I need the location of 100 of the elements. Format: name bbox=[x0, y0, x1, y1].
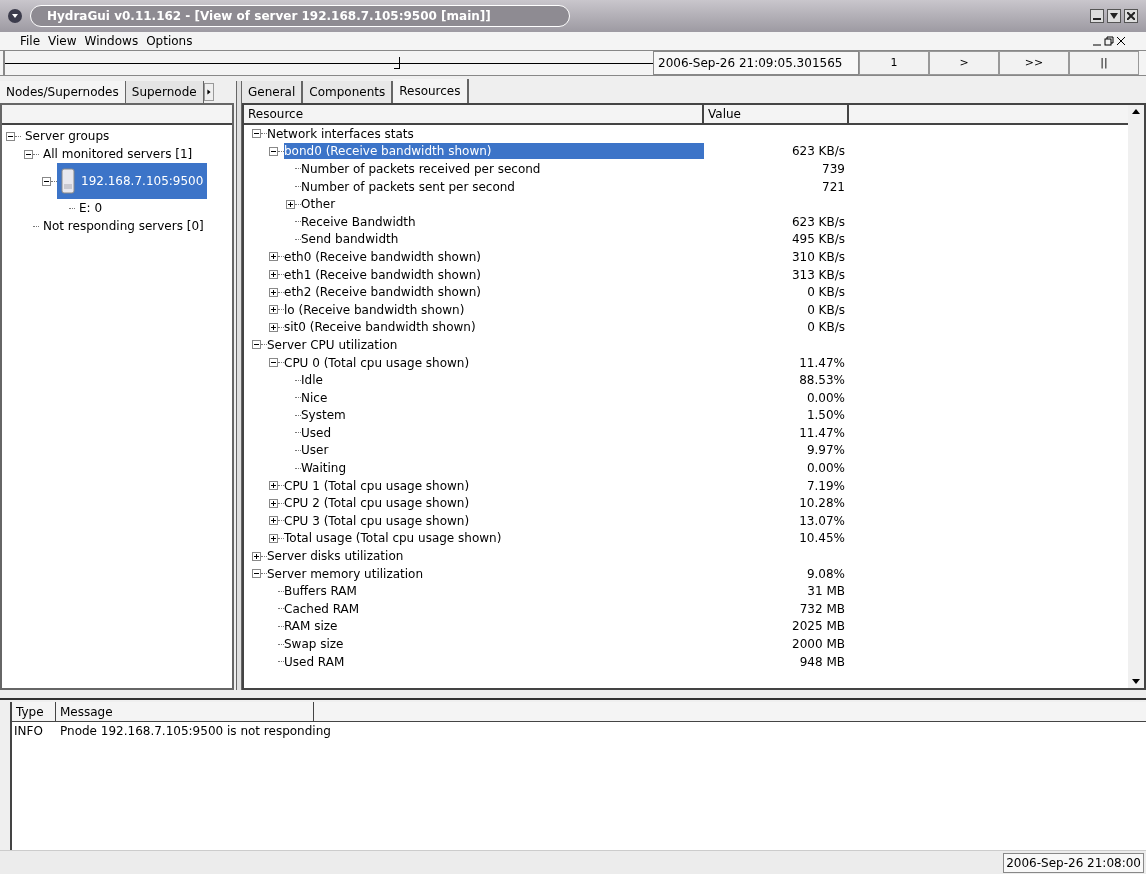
collapse-toggle[interactable] bbox=[252, 129, 261, 139]
resource-value: 495 KB/s bbox=[791, 232, 845, 247]
collapse-toggle[interactable] bbox=[42, 176, 51, 186]
tab[interactable]: Components bbox=[303, 81, 394, 103]
expand-toggle[interactable] bbox=[269, 533, 278, 543]
tree-item[interactable]: Server groups bbox=[21, 127, 114, 145]
collapse-toggle[interactable] bbox=[252, 569, 261, 579]
log-message: Pnode 192.168.7.105:9500 is not responding bbox=[59, 723, 332, 740]
slider-thumb[interactable] bbox=[393, 57, 400, 69]
tab[interactable]: Nodes/Supernodes bbox=[0, 81, 126, 103]
resource-value: 10.45% bbox=[799, 531, 845, 546]
playback-button[interactable]: > bbox=[929, 51, 999, 75]
menu-item[interactable]: Options bbox=[146, 32, 193, 50]
resource-name[interactable]: Buffers RAM bbox=[284, 583, 357, 600]
expand-toggle[interactable] bbox=[269, 481, 278, 491]
tab[interactable]: Resources bbox=[393, 79, 469, 103]
resource-name[interactable]: Idle bbox=[301, 372, 323, 389]
log-type: INFO bbox=[13, 723, 44, 740]
resource-name[interactable]: System bbox=[301, 407, 346, 424]
minimize-icon[interactable] bbox=[1090, 9, 1104, 23]
expand-toggle[interactable] bbox=[269, 305, 278, 315]
resource-name[interactable]: Server CPU utilization bbox=[267, 336, 398, 353]
column-header[interactable]: Type bbox=[12, 702, 56, 721]
resource-name[interactable]: sit0 (Receive bandwidth shown) bbox=[284, 319, 476, 336]
scrollbar[interactable] bbox=[1128, 105, 1144, 688]
resource-name[interactable]: Number of packets sent per second bbox=[301, 178, 515, 195]
collapse-toggle[interactable] bbox=[6, 131, 15, 141]
expand-toggle[interactable] bbox=[269, 322, 278, 332]
shade-icon[interactable] bbox=[1107, 9, 1121, 23]
resource-name[interactable]: Nice bbox=[301, 389, 328, 406]
resource-value: 7.19% bbox=[806, 478, 845, 493]
resource-value: 11.47% bbox=[799, 425, 845, 440]
playback-button[interactable]: 1 bbox=[859, 51, 929, 75]
resource-value: 0 KB/s bbox=[807, 302, 845, 317]
tree-item[interactable]: 192.168.7.105:9500 bbox=[57, 163, 207, 199]
resource-value: 313 KB/s bbox=[791, 267, 845, 282]
resource-name[interactable]: eth2 (Receive bandwidth shown) bbox=[284, 284, 481, 301]
tab[interactable]: General bbox=[242, 81, 304, 103]
resource-name[interactable]: bond0 (Receive bandwidth shown) bbox=[284, 143, 704, 160]
status-time: 2006-Sep-26 21:08:00 bbox=[1003, 852, 1144, 873]
collapse-toggle[interactable] bbox=[269, 146, 278, 156]
resource-name[interactable]: CPU 2 (Total cpu usage shown) bbox=[284, 495, 470, 512]
tree-item[interactable]: E: 0 bbox=[75, 199, 107, 217]
resource-name[interactable]: CPU 1 (Total cpu usage shown) bbox=[284, 477, 470, 494]
resource-name[interactable]: Total usage (Total cpu usage shown) bbox=[284, 530, 502, 547]
resource-value: 739 bbox=[822, 162, 845, 176]
column-header[interactable]: Resource bbox=[244, 105, 704, 123]
resource-name[interactable]: eth0 (Receive bandwidth shown) bbox=[284, 248, 481, 265]
resource-value: 623 KB/s bbox=[791, 214, 845, 229]
resource-value: 88.53% bbox=[799, 373, 845, 388]
resource-name[interactable]: CPU 0 (Total cpu usage shown) bbox=[284, 354, 470, 371]
expand-toggle[interactable] bbox=[269, 498, 278, 508]
expand-toggle[interactable] bbox=[269, 252, 278, 262]
close-icon[interactable] bbox=[1116, 36, 1126, 46]
resource-name[interactable]: CPU 3 (Total cpu usage shown) bbox=[284, 512, 470, 529]
menu-item[interactable]: View bbox=[48, 32, 77, 50]
resource-name[interactable]: User bbox=[301, 442, 329, 459]
resource-name[interactable]: RAM size bbox=[284, 618, 338, 635]
resource-value: 732 MB bbox=[799, 601, 845, 616]
resource-name[interactable]: eth1 (Receive bandwidth shown) bbox=[284, 266, 481, 283]
time-slider[interactable] bbox=[3, 51, 653, 75]
expand-toggle[interactable] bbox=[269, 270, 278, 280]
expand-toggle[interactable] bbox=[286, 199, 295, 209]
resource-value: 1.50% bbox=[806, 408, 845, 423]
tree-item[interactable]: All monitored servers [1] bbox=[39, 145, 197, 163]
resource-name[interactable]: Swap size bbox=[284, 636, 344, 652]
window-menu-button[interactable] bbox=[8, 9, 22, 23]
resource-name[interactable]: Used bbox=[301, 424, 332, 441]
column-header[interactable]: Message bbox=[56, 702, 314, 721]
collapse-toggle[interactable] bbox=[252, 340, 261, 350]
resource-name[interactable]: Receive Bandwidth bbox=[301, 213, 416, 230]
menu-item[interactable]: File bbox=[20, 32, 41, 50]
resource-value: 13.07% bbox=[799, 513, 845, 528]
expand-toggle[interactable] bbox=[252, 551, 261, 561]
expand-toggle[interactable] bbox=[269, 287, 278, 297]
tree-item[interactable]: Not responding servers [0] bbox=[39, 217, 208, 235]
resource-name[interactable]: Send bandwidth bbox=[301, 231, 399, 248]
resource-name[interactable]: Network interfaces stats bbox=[267, 125, 414, 142]
resource-value: 0 KB/s bbox=[807, 320, 845, 335]
resource-name[interactable]: Cached RAM bbox=[284, 600, 360, 617]
tab[interactable]: Supernode bbox=[125, 81, 204, 103]
column-header[interactable]: Value bbox=[704, 105, 849, 123]
resource-value: 9.97% bbox=[806, 443, 845, 458]
resource-name[interactable]: lo (Receive bandwidth shown) bbox=[284, 301, 465, 318]
playback-button[interactable]: || bbox=[1069, 51, 1139, 75]
expand-toggle[interactable] bbox=[269, 516, 278, 526]
resource-name[interactable]: Other bbox=[301, 196, 336, 213]
playback-button[interactable]: >> bbox=[999, 51, 1069, 75]
collapse-toggle[interactable] bbox=[269, 358, 278, 367]
resource-name[interactable]: Waiting bbox=[301, 460, 347, 477]
close-icon[interactable] bbox=[1124, 9, 1138, 23]
resource-name[interactable]: Used RAM bbox=[284, 653, 345, 670]
resource-name[interactable]: Server disks utilization bbox=[267, 548, 404, 565]
resource-name[interactable]: Server memory utilization bbox=[267, 565, 424, 582]
menu-item[interactable]: Windows bbox=[84, 32, 139, 50]
column-header[interactable] bbox=[2, 105, 232, 125]
collapse-toggle[interactable] bbox=[24, 149, 33, 159]
resource-value: 11.47% bbox=[799, 355, 845, 370]
restore-icon[interactable] bbox=[1104, 36, 1114, 46]
resource-name[interactable]: Number of packets received per second bbox=[301, 161, 541, 177]
